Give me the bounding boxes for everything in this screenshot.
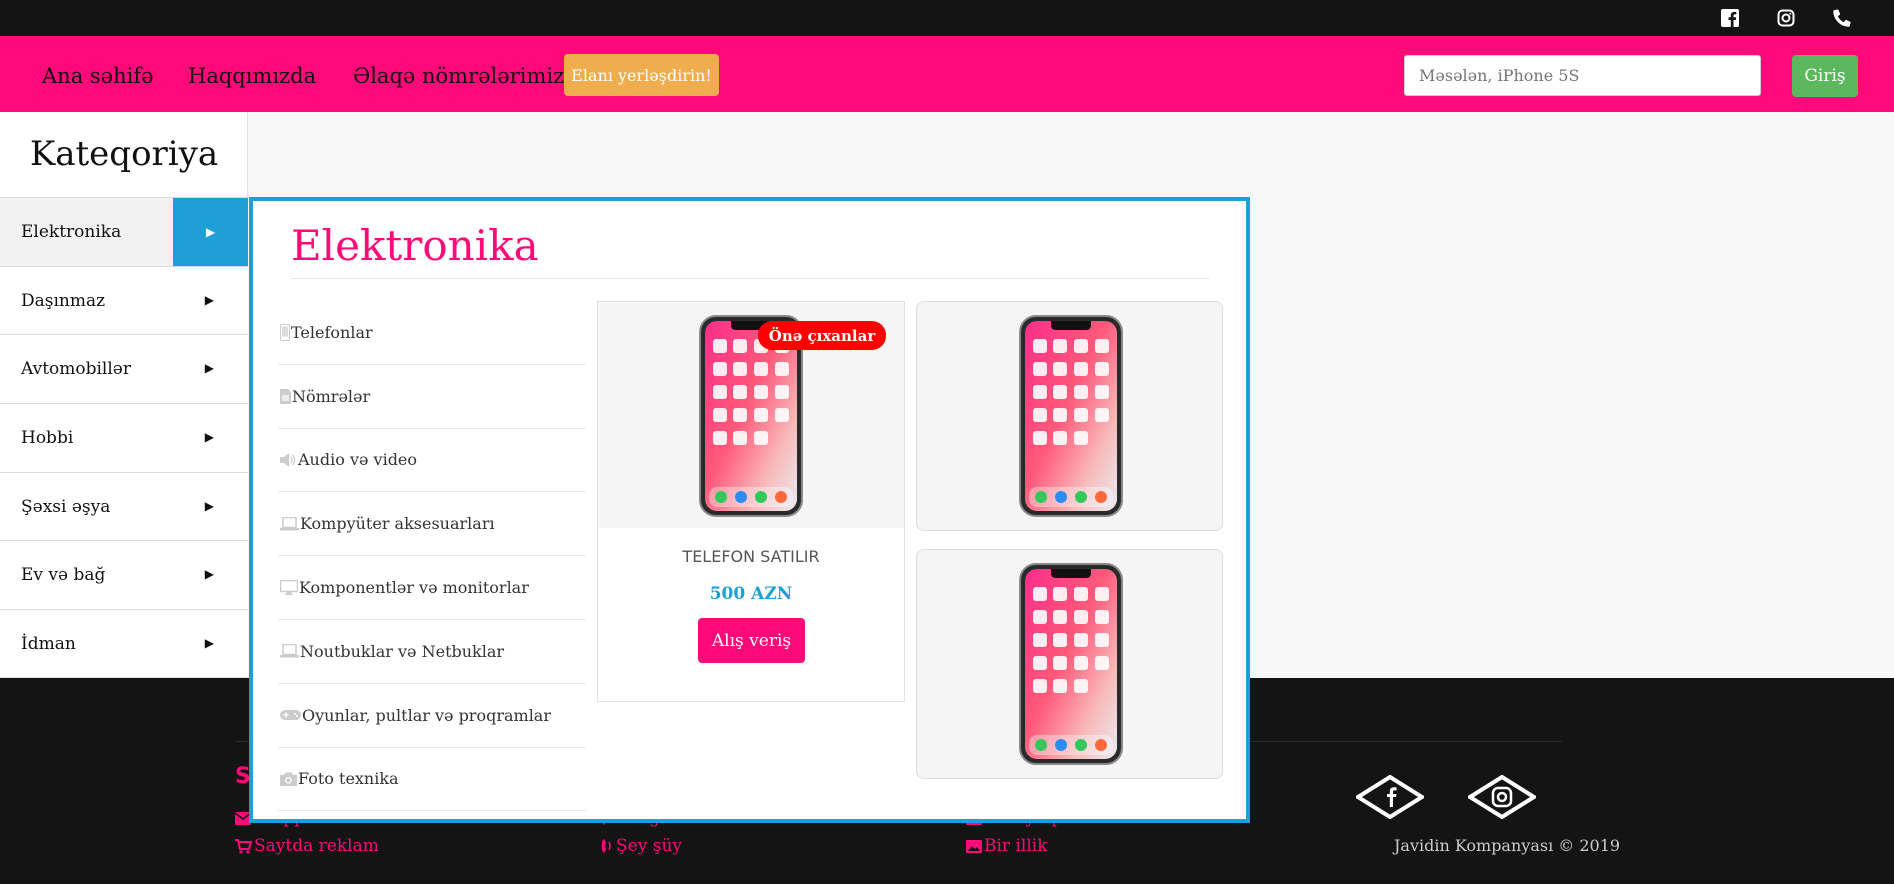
phone-icon[interactable] <box>1830 6 1854 30</box>
caret-right-icon: ▶ <box>204 636 214 651</box>
sidebar-item-label: Daşınmaz <box>21 290 106 311</box>
sidebar-item-label: Hobbi <box>21 428 74 449</box>
footer-instagram-icon[interactable] <box>1466 774 1538 823</box>
volume-icon <box>280 452 296 467</box>
nav-link-about[interactable]: Haqqımızda <box>188 64 316 88</box>
sidebar-item-sexsi-esya[interactable]: Şəxsi əşya ▶ <box>0 471 248 541</box>
subcategory-telefonlar[interactable]: Telefonlar <box>278 301 586 365</box>
phone-image <box>1019 315 1123 517</box>
product-thumb-card[interactable] <box>916 301 1223 531</box>
caret-right-icon: ▶ <box>204 361 214 376</box>
sidebar-item-idman[interactable]: İdman ▶ <box>0 609 248 678</box>
laptop-icon <box>280 516 299 531</box>
product-card[interactable]: Önə çıxanlar TELEFON SATILIR 500 AZN Alı… <box>597 301 905 702</box>
subcategory-list: Telefonlar Nömrələr Audio və video Kompy… <box>278 301 586 812</box>
cart-icon <box>235 838 252 854</box>
main-navbar: Ana səhifə Haqqımızda Əlaqə nömrələrimiz… <box>0 36 1894 112</box>
subcategory-nomreler[interactable]: Nömrələr <box>278 365 586 429</box>
phone-image <box>1019 563 1123 765</box>
caret-right-icon: ▶ <box>204 430 214 445</box>
subcategory-label: Telefonlar <box>291 322 373 342</box>
subcategory-label: Foto texnika <box>298 769 399 789</box>
phone-volume-icon <box>601 839 611 853</box>
gamepad-icon <box>280 710 301 721</box>
search-input[interactable] <box>1404 55 1761 96</box>
subcategory-label: Nömrələr <box>292 386 371 406</box>
sidebar-item-dasinmaz[interactable]: Daşınmaz ▶ <box>0 265 248 335</box>
caret-right-icon: ▶ <box>204 292 214 307</box>
sidebar-item-label: Şəxsi əşya <box>21 496 111 517</box>
sidebar-item-hobbi[interactable]: Hobbi ▶ <box>0 403 248 472</box>
category-sidebar: Kateqoriya Elektronika ▶ Daşınmaz ▶ Avto… <box>0 112 248 678</box>
post-ad-button[interactable]: Elanı yerləşdirin! <box>564 54 719 96</box>
sim-card-icon <box>280 388 291 404</box>
mega-menu-title: Elektronika <box>291 221 539 270</box>
sidebar-item-elektronika[interactable]: Elektronika ▶ <box>0 197 248 266</box>
sidebar-item-label: Ev və bağ <box>21 565 106 586</box>
featured-badge: Önə çıxanlar <box>758 321 886 350</box>
buy-button[interactable]: Alış veriş <box>698 618 805 663</box>
desktop-icon <box>280 580 298 596</box>
product-price: 500 AZN <box>709 584 793 604</box>
product-thumb-card[interactable] <box>916 549 1223 779</box>
instagram-icon[interactable] <box>1774 6 1798 30</box>
sidebar-item-label: Elektronika <box>21 222 122 242</box>
social-icons <box>1718 6 1854 30</box>
caret-right-icon: ▶ <box>173 198 248 266</box>
facebook-icon[interactable] <box>1718 6 1742 30</box>
nav-link-home[interactable]: Ana səhifə <box>42 64 154 88</box>
sidebar-title: Kateqoriya <box>29 134 219 174</box>
footer-link-advertise[interactable]: Saytda reklam <box>235 832 379 860</box>
footer-link-label: Bir illik <box>984 836 1048 856</box>
footer-link-misc[interactable]: Şey şüy <box>600 832 691 860</box>
subcategory-oyunlar-pultlar[interactable]: Oyunlar, pultlar və proqramlar <box>278 684 586 748</box>
subcategory-label: Komponentlər və monitorlar <box>299 578 529 598</box>
caret-right-icon: ▶ <box>204 567 214 582</box>
footer-link-label: Şey şüy <box>616 836 682 856</box>
caret-right-icon: ▶ <box>204 498 214 513</box>
category-mega-menu: Elektronika Telefonlar Nömrələr Audio və… <box>249 197 1250 823</box>
login-button[interactable]: Giriş <box>1792 55 1858 97</box>
subcategory-noutbuklar-netbuklar[interactable]: Noutbuklar və Netbuklar <box>278 620 586 684</box>
subcategory-foto-texnika[interactable]: Foto texnika <box>278 748 586 812</box>
subcategory-label: Noutbuklar və Netbuklar <box>300 641 505 661</box>
subcategory-kompyuter-aksesuarlari[interactable]: Kompyüter aksesuarları <box>278 492 586 557</box>
camera-icon <box>280 772 297 786</box>
sidebar-item-avtomobiller[interactable]: Avtomobillər ▶ <box>0 334 248 404</box>
subcategory-label: Audio və video <box>298 450 418 470</box>
laptop-icon <box>280 644 299 658</box>
sidebar-item-label: İdman <box>21 634 76 655</box>
subcategory-label: Oyunlar, pultlar və proqramlar <box>302 705 551 725</box>
footer-facebook-icon[interactable] <box>1354 774 1426 823</box>
footer-link-yearly[interactable]: Bir illik <box>966 832 1057 860</box>
subcategory-komponentler-monitorlar[interactable]: Komponentlər və monitorlar <box>278 556 586 620</box>
sidebar-item-ev-ve-bag[interactable]: Ev və bağ ▶ <box>0 540 248 610</box>
mega-menu-divider <box>291 278 1210 279</box>
sidebar-item-label: Avtomobillər <box>21 359 131 380</box>
footer-link-label: Saytda reklam <box>254 836 379 856</box>
product-image[interactable]: Önə çıxanlar <box>598 302 904 528</box>
image-icon <box>966 839 982 853</box>
subcategory-label: Kompyüter aksesuarları <box>300 514 495 534</box>
nav-link-contacts[interactable]: Əlaqə nömrələrimiz <box>353 64 564 88</box>
category-list: Elektronika ▶ Daşınmaz ▶ Avtomobillər ▶ … <box>0 197 248 678</box>
product-title[interactable]: TELEFON SATILIR <box>598 547 904 566</box>
subcategory-audio-video[interactable]: Audio və video <box>278 429 586 493</box>
mobile-icon <box>280 323 290 341</box>
copyright-text: Javidin Kompanyası © 2019 <box>1394 836 1621 855</box>
top-bar <box>0 0 1894 36</box>
